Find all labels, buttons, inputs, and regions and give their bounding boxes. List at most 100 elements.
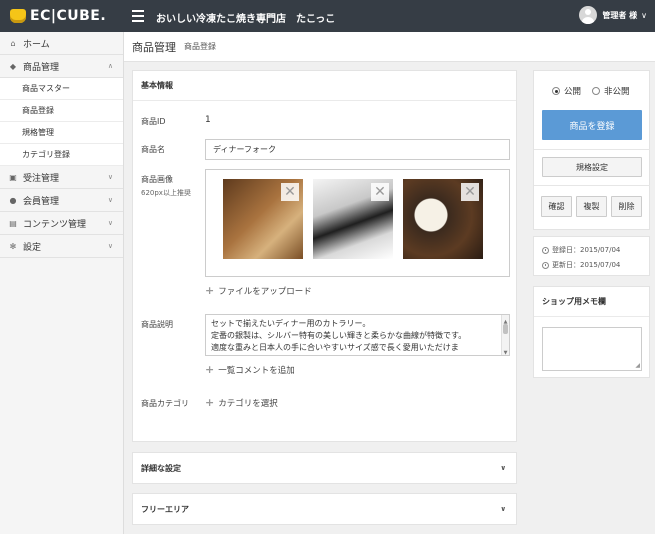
created-date: 登録日：2015/07/04 bbox=[542, 245, 620, 255]
sidebar-item-orders[interactable]: ▣ 受注管理 ∨ bbox=[0, 166, 123, 189]
sidebar-subitem-spec-manage[interactable]: 規格管理 bbox=[0, 122, 123, 144]
ec-cube-logo[interactable]: EC|CUBE. bbox=[10, 7, 106, 25]
resize-handle-icon[interactable]: ◢ bbox=[635, 362, 640, 369]
sidebar-item-label: コンテンツ管理 bbox=[23, 219, 87, 230]
chevron-down-icon: ∨ bbox=[500, 464, 506, 472]
product-image-label-text: 商品画像 bbox=[141, 175, 173, 184]
close-icon[interactable]: ✕ bbox=[371, 183, 389, 201]
chevron-down-icon: ∨ bbox=[641, 10, 647, 20]
private-label: 非公開 bbox=[604, 87, 630, 97]
divider bbox=[534, 149, 650, 150]
free-area-card[interactable]: フリーエリア ∨ bbox=[132, 493, 517, 525]
product-image-thumbnail[interactable]: ✕ bbox=[313, 179, 393, 259]
plus-icon: + bbox=[205, 284, 215, 297]
scroll-thumb[interactable] bbox=[503, 324, 508, 334]
page-title: 商品管理 bbox=[132, 40, 176, 54]
upload-file-link[interactable]: + ファイルをアップロード bbox=[205, 284, 312, 297]
chevron-down-icon: ∨ bbox=[500, 505, 506, 513]
public-label: 公開 bbox=[564, 87, 582, 97]
select-category-label: カテゴリを選択 bbox=[218, 398, 278, 409]
tag-icon: ◆ bbox=[9, 61, 17, 71]
created-date-text: 登録日：2015/07/04 bbox=[552, 246, 621, 254]
plus-icon: + bbox=[205, 396, 215, 409]
product-id-label: 商品ID bbox=[141, 117, 166, 126]
register-product-button[interactable]: 商品を登録 bbox=[542, 110, 642, 140]
sidebar-item-customers[interactable]: ● 会員管理 ∨ bbox=[0, 189, 123, 212]
detail-settings-heading[interactable]: 詳細な設定 ∨ bbox=[133, 453, 516, 483]
description-line: 適度な重みと日本人の手に合いやすいサイズ感で長く愛用いただけま bbox=[211, 343, 459, 352]
dates-card: 登録日：2015/07/04 更新日：2015/07/04 bbox=[533, 236, 650, 276]
sidebar-item-contents[interactable]: ▤ コンテンツ管理 ∨ bbox=[0, 212, 123, 235]
publish-card: 公開 非公開 商品を登録 規格設定 確認 複製 削除 bbox=[533, 70, 650, 230]
close-icon[interactable]: ✕ bbox=[461, 183, 479, 201]
logo-text: EC|CUBE. bbox=[30, 8, 107, 24]
user-menu[interactable]: 管理者 様 ∨ bbox=[579, 6, 647, 24]
shop-memo-card: ショップ用メモ欄 ◢ bbox=[533, 286, 650, 378]
users-icon: ● bbox=[9, 195, 17, 205]
chevron-up-icon: ∧ bbox=[107, 62, 113, 70]
product-id-value: 1 bbox=[205, 115, 211, 125]
product-image-label: 商品画像 620px以上推奨 bbox=[141, 174, 191, 198]
free-area-heading[interactable]: フリーエリア ∨ bbox=[133, 494, 516, 524]
delete-button[interactable]: 削除 bbox=[611, 196, 642, 217]
sidebar-item-settings[interactable]: ✻ 設定 ∨ bbox=[0, 235, 123, 258]
chevron-down-icon: ∨ bbox=[107, 219, 113, 227]
image-dropzone[interactable]: ✕ ✕ ✕ bbox=[205, 169, 510, 277]
sidebar-item-label: 受注管理 bbox=[23, 173, 60, 184]
cart-icon: ▣ bbox=[9, 172, 17, 182]
select-category-link[interactable]: + カテゴリを選択 bbox=[205, 396, 278, 409]
add-list-comment-link[interactable]: + 一覧コメントを追加 bbox=[205, 363, 295, 376]
basic-info-heading: 基本情報 bbox=[133, 71, 516, 101]
product-image-hint: 620px以上推奨 bbox=[141, 189, 191, 197]
product-image-thumbnail[interactable]: ✕ bbox=[403, 179, 483, 259]
detail-settings-label: 詳細な設定 bbox=[141, 463, 181, 473]
top-header: EC|CUBE. おいしい冷凍たこ焼き専門店 たこっこ 管理者 様 ∨ bbox=[0, 0, 655, 32]
public-radio[interactable]: 公開 bbox=[552, 85, 581, 97]
free-area-label: フリーエリア bbox=[141, 504, 189, 514]
shop-name: おいしい冷凍たこ焼き専門店 たこっこ bbox=[156, 14, 336, 25]
breadcrumb: 商品管理 商品登録 bbox=[124, 32, 655, 62]
sidebar-item-home[interactable]: ⌂ ホーム bbox=[0, 32, 123, 55]
sidebar-item-label: 会員管理 bbox=[23, 196, 60, 207]
product-name-label: 商品名 bbox=[141, 145, 165, 154]
radio-unselected-icon bbox=[592, 87, 600, 95]
updated-date: 更新日：2015/07/04 bbox=[542, 260, 620, 270]
sidebar-item-label: 商品管理 bbox=[23, 62, 60, 73]
gear-icon: ✻ bbox=[9, 241, 17, 251]
user-name: 管理者 様 bbox=[602, 10, 638, 20]
sidebar-subitem-product-master[interactable]: 商品マスター bbox=[0, 78, 123, 100]
shop-memo-textarea[interactable]: ◢ bbox=[542, 327, 642, 371]
logo-cube-icon bbox=[10, 9, 26, 23]
sidebar-item-label: 設定 bbox=[23, 242, 42, 253]
avatar bbox=[579, 6, 598, 24]
sidebar-item-products[interactable]: ◆ 商品管理 ∧ bbox=[0, 55, 123, 78]
chevron-down-icon: ∨ bbox=[107, 173, 113, 181]
file-icon: ▤ bbox=[9, 218, 17, 228]
product-description-textarea[interactable]: セットで揃えたいディナー用のカトラリー。 定番の銀製は、シルバー特有の美しい輝き… bbox=[205, 314, 510, 356]
chevron-down-icon: ∨ bbox=[107, 196, 113, 204]
detail-settings-card[interactable]: 詳細な設定 ∨ bbox=[132, 452, 517, 484]
product-image-thumbnail[interactable]: ✕ bbox=[223, 179, 303, 259]
clock-icon bbox=[542, 261, 549, 269]
menu-toggle-icon[interactable] bbox=[132, 10, 144, 22]
sidebar-subitem-product-register[interactable]: 商品登録 bbox=[0, 100, 123, 122]
plus-icon: + bbox=[205, 363, 215, 376]
close-icon[interactable]: ✕ bbox=[281, 183, 299, 201]
chevron-down-icon: ∨ bbox=[107, 242, 113, 250]
shop-memo-heading: ショップ用メモ欄 bbox=[534, 287, 649, 317]
sidebar-subitem-category-register[interactable]: カテゴリ登録 bbox=[0, 144, 123, 166]
copy-button[interactable]: 複製 bbox=[576, 196, 607, 217]
divider bbox=[534, 185, 650, 186]
spec-settings-button[interactable]: 規格設定 bbox=[542, 157, 642, 177]
product-category-label: 商品カテゴリ bbox=[141, 399, 189, 408]
textarea-scrollbar[interactable]: ▲ ▼ bbox=[501, 315, 509, 355]
add-list-comment-label: 一覧コメントを追加 bbox=[218, 365, 295, 376]
confirm-button[interactable]: 確認 bbox=[541, 196, 572, 217]
scroll-down-icon[interactable]: ▼ bbox=[502, 347, 509, 355]
product-name-input[interactable]: ディナーフォーク bbox=[205, 139, 510, 160]
updated-date-text: 更新日：2015/07/04 bbox=[552, 261, 621, 269]
scroll-up-icon[interactable]: ▲ bbox=[502, 316, 509, 325]
home-icon: ⌂ bbox=[10, 38, 16, 48]
upload-file-label: ファイルをアップロード bbox=[218, 286, 312, 297]
private-radio[interactable]: 非公開 bbox=[592, 85, 630, 97]
